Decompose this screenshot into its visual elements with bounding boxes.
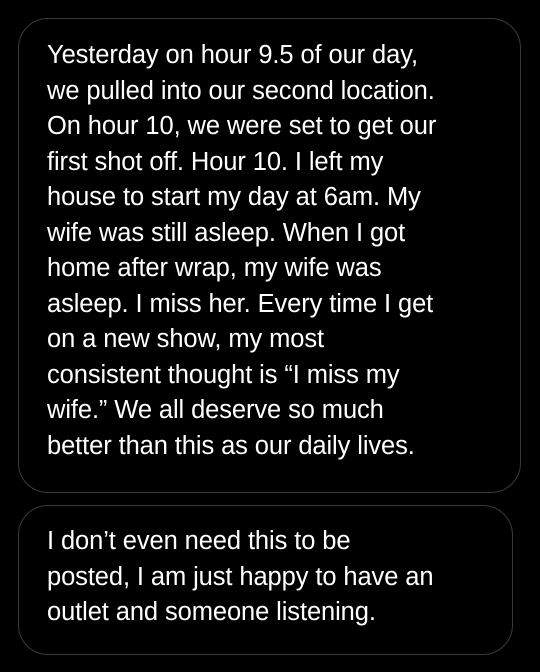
message-text: I don’t even need this to be posted, I a…: [47, 527, 434, 626]
message-bubble[interactable]: Yesterday on hour 9.5 of our day, we pul…: [18, 18, 521, 493]
message-text: Yesterday on hour 9.5 of our day, we pul…: [47, 41, 437, 460]
message-bubble[interactable]: I don’t even need this to be posted, I a…: [18, 505, 513, 655]
message-thread: Yesterday on hour 9.5 of our day, we pul…: [0, 0, 540, 672]
